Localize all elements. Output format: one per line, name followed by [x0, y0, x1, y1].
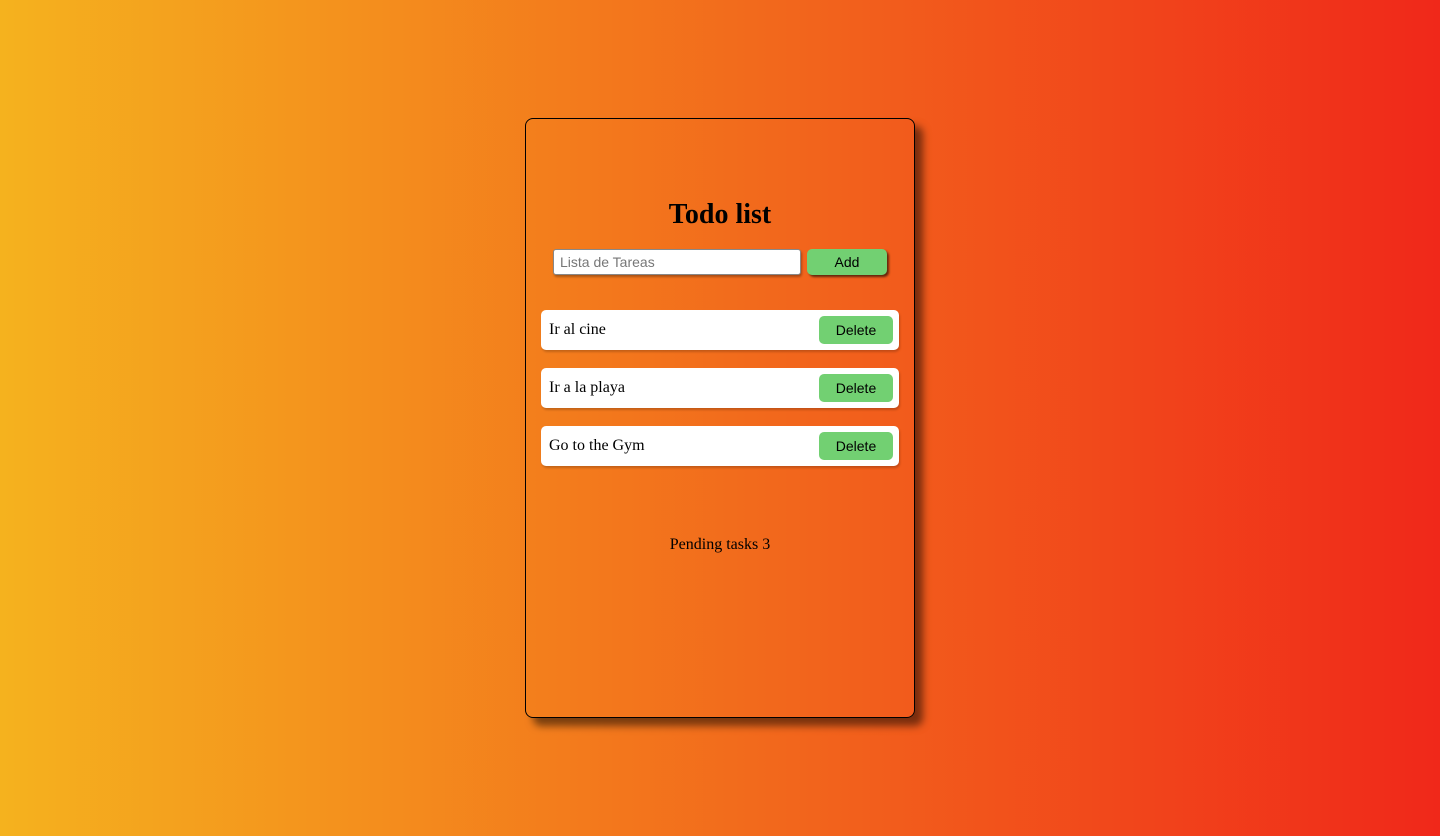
- task-list: Ir al cine Delete Ir a la playa Delete G…: [541, 310, 899, 466]
- add-button[interactable]: Add: [807, 249, 887, 275]
- pending-label: Pending tasks: [670, 536, 758, 553]
- pending-count: 3: [762, 536, 770, 553]
- page-title: Todo list: [541, 199, 899, 231]
- task-row: Ir a la playa Delete: [541, 368, 899, 408]
- task-text: Ir a la playa: [549, 379, 625, 397]
- pending-status: Pending tasks 3: [541, 536, 899, 554]
- todo-card: Todo list Add Ir al cine Delete Ir a la …: [525, 118, 915, 718]
- task-row: Go to the Gym Delete: [541, 426, 899, 466]
- delete-button[interactable]: Delete: [819, 316, 893, 344]
- input-row: Add: [541, 249, 899, 275]
- task-input[interactable]: [553, 249, 801, 275]
- task-row: Ir al cine Delete: [541, 310, 899, 350]
- task-text: Ir al cine: [549, 321, 606, 339]
- delete-button[interactable]: Delete: [819, 432, 893, 460]
- task-text: Go to the Gym: [549, 437, 645, 455]
- delete-button[interactable]: Delete: [819, 374, 893, 402]
